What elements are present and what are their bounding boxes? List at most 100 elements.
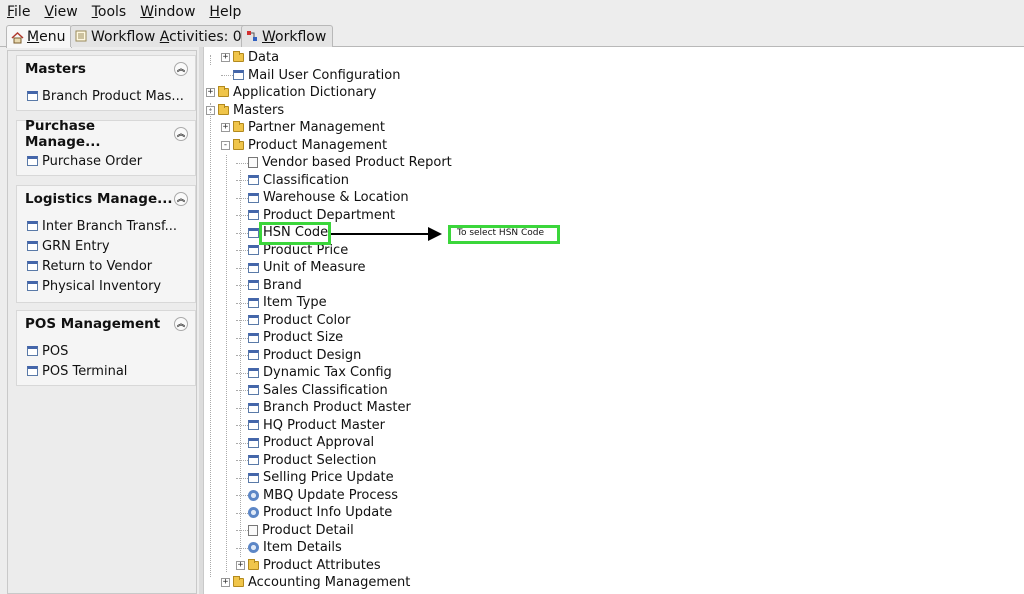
- tree-node-label: Sales Classification: [263, 382, 388, 398]
- expand-icon[interactable]: +: [236, 560, 245, 570]
- tree-node[interactable]: Product Approval: [236, 434, 374, 451]
- collapse-icon[interactable]: ︽: [174, 192, 188, 206]
- tree-node[interactable]: + Data: [221, 49, 279, 66]
- tree-connector: [236, 355, 248, 356]
- section-title: Purchase Manage...: [25, 118, 101, 150]
- tree-node[interactable]: MBQ Update Process: [236, 487, 398, 504]
- tree-node[interactable]: + Accounting Management: [221, 574, 410, 591]
- expand-icon[interactable]: +: [206, 88, 215, 97]
- window-icon: [248, 280, 259, 290]
- menu-help[interactable]: Help: [209, 4, 249, 20]
- tree-node[interactable]: Product Color: [236, 312, 350, 329]
- window-icon: [248, 455, 259, 465]
- window-icon: [248, 402, 259, 413]
- tree-node[interactable]: Classification: [236, 172, 349, 189]
- tree-node-label: Selling Price Update: [263, 470, 394, 485]
- tree-node-label: Brand: [263, 277, 302, 293]
- tree-node[interactable]: - Masters: [206, 102, 284, 119]
- tree-node[interactable]: Product Department: [236, 207, 395, 224]
- window-icon: [248, 367, 259, 378]
- favorite-item[interactable]: Branch Product Mas...: [27, 86, 195, 106]
- menu-tree: + Data Mail User Configuration + Application…: [203, 47, 1024, 594]
- tree-node[interactable]: + Product Attributes: [236, 557, 381, 574]
- tree-node-label: Product Attributes: [263, 557, 381, 573]
- section-header[interactable]: Purchase Manage... ︽: [17, 118, 195, 150]
- tab-workflow[interactable]: Workflow: [241, 25, 334, 47]
- tree-node[interactable]: + Partner Management: [221, 119, 385, 136]
- favorite-item[interactable]: POS Terminal: [27, 361, 195, 381]
- collapse-icon[interactable]: ︽: [174, 317, 188, 331]
- highlight-box: [259, 222, 331, 245]
- window-icon: [27, 346, 38, 356]
- section-header[interactable]: Masters ︽: [17, 56, 195, 82]
- menu-tools[interactable]: Tools: [92, 4, 135, 20]
- tree-connector: [236, 285, 248, 286]
- tree-guide-line: [210, 55, 211, 65]
- folder-icon: [233, 51, 244, 62]
- favorite-item[interactable]: Purchase Order: [27, 151, 195, 171]
- expand-icon[interactable]: +: [221, 123, 230, 132]
- home-icon: [11, 31, 24, 44]
- favorite-item[interactable]: Physical Inventory: [27, 276, 195, 296]
- tree-connector: [236, 302, 248, 304]
- collapse-node-icon[interactable]: -: [221, 140, 230, 150]
- tree-node[interactable]: Mail User Configuration: [221, 67, 400, 84]
- expand-icon[interactable]: +: [221, 578, 230, 587]
- tree-node[interactable]: Item Type: [236, 294, 327, 311]
- folder-open-icon: [233, 138, 244, 150]
- tree-node[interactable]: Sales Classification: [236, 382, 388, 399]
- tree-connector: [236, 197, 248, 199]
- favorite-item[interactable]: GRN Entry: [27, 236, 195, 256]
- folder-icon: [233, 576, 244, 587]
- menu-view[interactable]: View: [44, 4, 85, 20]
- tab-workflow-activities[interactable]: Workflow Activities: 0: [70, 25, 249, 47]
- section-header[interactable]: Logistics Manage... ︽: [17, 186, 195, 212]
- tree-node-label: Application Dictionary: [233, 85, 377, 100]
- folder-icon: [233, 121, 244, 132]
- menu-window[interactable]: Window: [140, 4, 203, 20]
- section-logistics-management: Logistics Manage... ︽ Inter Branch Trans…: [16, 185, 196, 303]
- tree-node[interactable]: Product Design: [236, 347, 361, 364]
- window-icon: [248, 350, 259, 360]
- window-icon: [233, 70, 244, 80]
- tree-node[interactable]: Warehouse & Location: [236, 189, 409, 206]
- tree-node-label: Product Approval: [263, 435, 375, 450]
- tree-node[interactable]: Item Details: [236, 539, 342, 556]
- tree-connector: [236, 162, 248, 164]
- section-header[interactable]: POS Management ︽: [17, 311, 195, 337]
- list-icon: [75, 30, 88, 43]
- tree-node[interactable]: Selling Price Update: [236, 469, 394, 486]
- tab-menu[interactable]: Menu: [6, 25, 73, 48]
- tree-node[interactable]: Branch Product Master: [236, 399, 411, 416]
- window-icon: [248, 420, 259, 430]
- tree-connector: [236, 337, 248, 339]
- tree-node[interactable]: Product Selection: [236, 452, 376, 469]
- collapse-icon[interactable]: ︽: [174, 127, 188, 141]
- tree-connector: [236, 215, 248, 216]
- tree-node-label: Classification: [263, 172, 350, 188]
- collapse-icon[interactable]: ︽: [174, 62, 188, 76]
- tree-node[interactable]: Vendor based Product Report: [236, 154, 452, 171]
- tree-node-label: Product Color: [263, 312, 351, 328]
- tree-node-label: Data: [248, 50, 280, 65]
- tree-node-label: Product Department: [263, 207, 396, 223]
- tree-node-label: Partner Management: [248, 120, 386, 135]
- menu-file[interactable]: File: [7, 4, 38, 20]
- tree-node[interactable]: Unit of Measure: [236, 259, 366, 276]
- tree-node[interactable]: Brand: [236, 277, 302, 294]
- favorite-item-label: GRN Entry: [42, 238, 110, 254]
- tree-node[interactable]: Dynamic Tax Config: [236, 364, 392, 381]
- tree-node[interactable]: + Application Dictionary: [206, 84, 376, 101]
- tree-node[interactable]: HQ Product Master: [236, 417, 385, 434]
- tree-node[interactable]: Product Size: [236, 329, 343, 346]
- favorite-item[interactable]: Return to Vendor: [27, 256, 195, 276]
- tree-node[interactable]: - Product Management: [221, 137, 387, 154]
- favorite-item-label: Purchase Order: [42, 153, 143, 169]
- favorite-item-label: Physical Inventory: [42, 278, 162, 294]
- tree-node[interactable]: Product Info Update: [236, 504, 392, 521]
- favorite-item[interactable]: Inter Branch Transf...: [27, 216, 195, 236]
- favorite-item[interactable]: POS: [27, 341, 195, 361]
- expand-icon[interactable]: +: [221, 53, 230, 62]
- tree-node[interactable]: Product Detail: [236, 522, 354, 539]
- window-icon: [248, 245, 259, 255]
